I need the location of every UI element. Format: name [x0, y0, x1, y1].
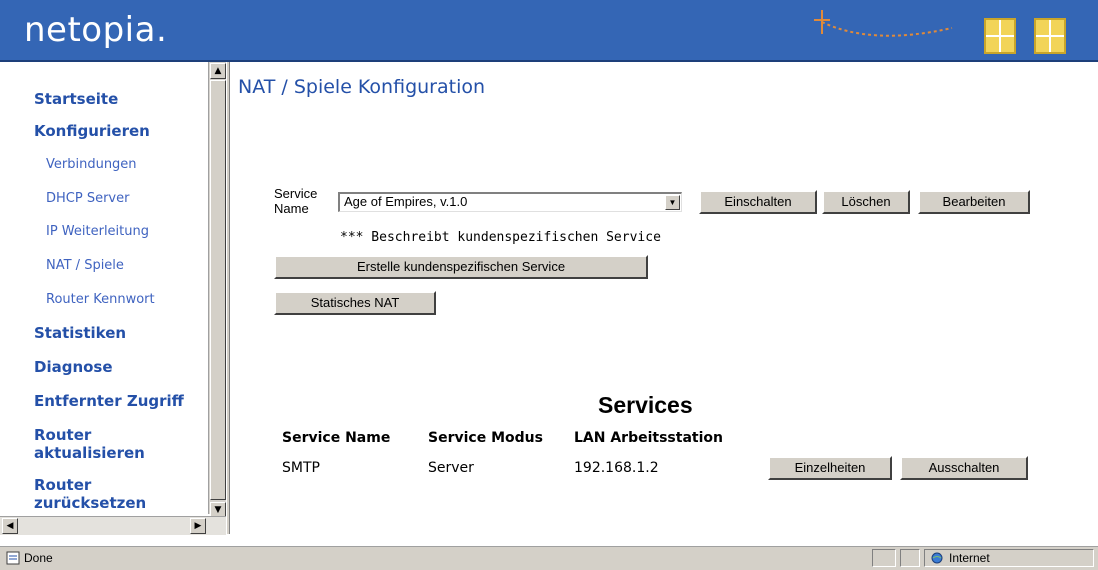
- sidebar-item-dhcp-server[interactable]: DHCP Server: [46, 191, 129, 206]
- chevron-down-icon[interactable]: ▼: [665, 195, 680, 210]
- sidebar-item-startseite[interactable]: Startseite: [34, 90, 118, 108]
- lan-workstation-cell: 192.168.1.2: [574, 460, 659, 476]
- sidebar-item-ip-weiterleitung[interactable]: IP Weiterleitung: [46, 224, 149, 239]
- services-heading: Services: [598, 392, 693, 418]
- sidebar-item-router-kennwort[interactable]: Router Kennwort: [46, 292, 155, 307]
- sidebar-item-statistiken[interactable]: Statistiken: [34, 324, 126, 342]
- status-panel: [900, 549, 920, 567]
- globe-icon: [931, 552, 943, 564]
- edit-button[interactable]: Bearbeiten: [918, 190, 1030, 214]
- delete-button[interactable]: Löschen: [822, 190, 910, 214]
- scroll-up-icon[interactable]: ▲: [210, 63, 226, 79]
- scroll-right-icon[interactable]: ▶: [190, 518, 206, 534]
- sidebar-item-entfernter-zugriff[interactable]: Entfernter Zugriff: [34, 392, 184, 410]
- service-select-value: Age of Empires, v.1.0: [344, 194, 468, 209]
- sidebar-nav: Startseite Konfigurieren Verbindungen DH…: [0, 62, 208, 514]
- header-banner: netopia.: [0, 0, 1098, 62]
- status-panel: [872, 549, 896, 567]
- status-text: Done: [24, 551, 53, 565]
- page-done-icon: [6, 551, 20, 565]
- sidebar-item-verbindungen[interactable]: Verbindungen: [46, 157, 137, 172]
- sidebar-item-router-aktualisieren[interactable]: Router aktualisieren: [34, 426, 174, 462]
- service-name-cell: SMTP: [282, 460, 320, 476]
- scrollbar-thumb[interactable]: [210, 80, 226, 500]
- service-name-label: Service Name: [274, 186, 318, 216]
- window-icon: [984, 18, 1016, 54]
- scroll-left-icon[interactable]: ◀: [2, 518, 18, 534]
- netopia-logo: netopia.: [24, 10, 168, 50]
- page-title: NAT / Spiele Konfiguration: [238, 76, 486, 98]
- sidebar-vertical-scrollbar[interactable]: ▲ ▼: [208, 62, 227, 518]
- sidebar-item-konfigurieren[interactable]: Konfigurieren: [34, 122, 150, 140]
- sidebar-item-diagnose[interactable]: Diagnose: [34, 358, 113, 376]
- static-nat-button[interactable]: Statisches NAT: [274, 291, 436, 315]
- column-header-service-name: Service Name: [282, 430, 391, 446]
- service-mode-cell: Server: [428, 460, 474, 476]
- sidebar-item-router-zuruecksetzen[interactable]: Router zurücksetzen: [34, 476, 174, 512]
- service-name-select[interactable]: Age of Empires, v.1.0 ▼: [338, 192, 682, 212]
- browser-status-bar: Done Internet: [0, 546, 1098, 570]
- zone-panel: Internet: [924, 549, 1094, 567]
- sidebar-horizontal-scrollbar[interactable]: ◀ ▶: [0, 516, 226, 535]
- star-trail-decoration: [814, 10, 953, 37]
- frame-divider[interactable]: [226, 62, 230, 534]
- enable-button[interactable]: Einschalten: [699, 190, 817, 214]
- zone-text: Internet: [949, 551, 990, 565]
- custom-service-note: *** Beschreibt kundenspezifischen Servic…: [340, 230, 661, 245]
- disable-button[interactable]: Ausschalten: [900, 456, 1028, 480]
- window-icon: [1034, 18, 1066, 54]
- column-header-service-mode: Service Modus: [428, 430, 543, 446]
- column-header-lan-workstation: LAN Arbeitsstation: [574, 430, 723, 446]
- sidebar-item-nat-spiele[interactable]: NAT / Spiele: [46, 258, 124, 273]
- details-button[interactable]: Einzelheiten: [768, 456, 892, 480]
- create-custom-service-button[interactable]: Erstelle kundenspezifischen Service: [274, 255, 648, 279]
